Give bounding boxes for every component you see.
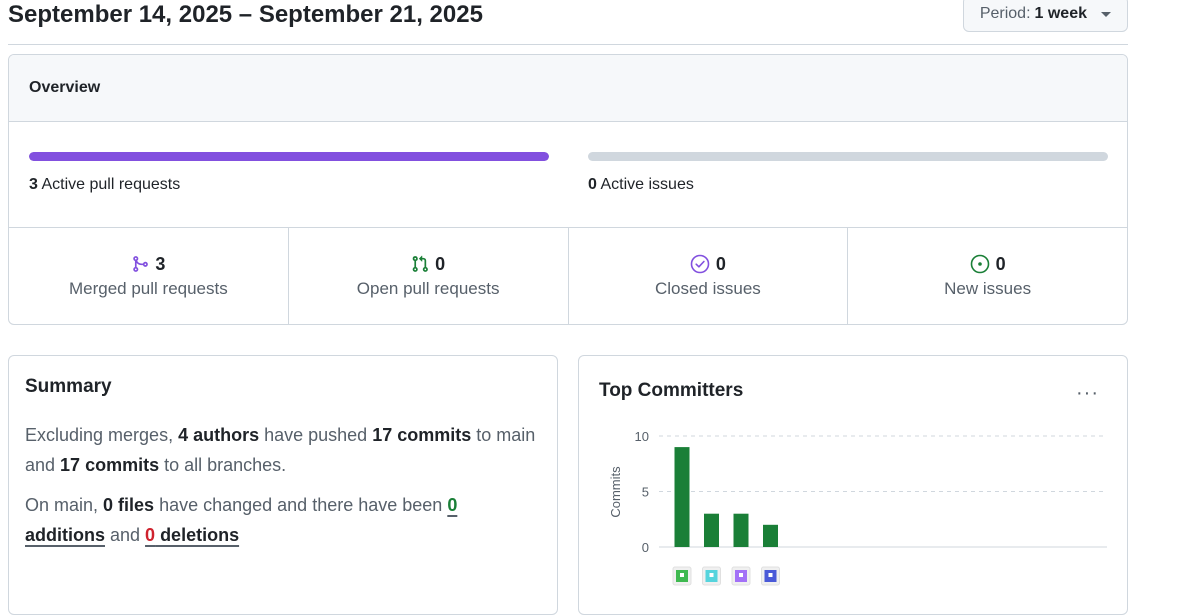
bar [674, 447, 690, 547]
period-select-button[interactable]: Period: 1 week [962, 0, 1128, 32]
stat-open-prs[interactable]: 0 Open pull requests [289, 228, 569, 324]
new-issues-label: New issues [944, 278, 1032, 298]
summary-card: Summary Excluding merges, 4 authors have… [8, 355, 558, 615]
issues-progress-bar [588, 152, 1108, 161]
overview-panel: Overview 3 Active pull requests 0 Active… [8, 54, 1128, 325]
activity-bars: 3 Active pull requests 0 Active issues [9, 122, 1127, 228]
new-issues-count: 0 [995, 253, 1006, 274]
period-value: 1 week [1034, 5, 1087, 22]
avatar-identicon-center [768, 573, 773, 577]
avatar-identicon-center [709, 573, 714, 577]
summary-title: Summary [25, 376, 112, 397]
summary-changes-text: On main, 0 files have changed and there … [25, 495, 458, 545]
date-range-title: September 14, 2025 – September 21, 2025 [8, 1, 483, 28]
active-prs-label: Active pull requests [41, 176, 181, 193]
merged-prs-label: Merged pull requests [68, 278, 228, 298]
avatar-identicon-center [739, 573, 743, 577]
overview-title: Overview [9, 55, 1127, 122]
bar [763, 524, 778, 547]
open-prs-label: Open pull requests [356, 278, 500, 298]
closed-issues-label: Closed issues [654, 278, 761, 298]
files-count: 0 files [103, 495, 155, 515]
pr-progress-fill [29, 152, 549, 161]
page-header: September 14, 2025 – September 21, 2025 … [8, 0, 1128, 45]
stat-closed-issues[interactable]: 0 Closed issues [569, 228, 849, 324]
y-tick-label: 10 [635, 429, 649, 444]
commits-main-count: 17 commits [372, 425, 472, 445]
y-tick-label: 5 [642, 485, 649, 500]
active-prs-summary[interactable]: 3 Active pull requests [29, 176, 180, 194]
stat-new-issues[interactable]: 0 New issues [848, 228, 1127, 324]
active-prs-count: 3 [29, 176, 38, 193]
authors-count: 4 authors [178, 425, 260, 445]
deletions-link[interactable]: 0 deletions [145, 525, 239, 545]
summary-commits-text: Excluding merges, 4 authors have pushed … [25, 425, 536, 475]
issue-opened-icon [970, 254, 990, 274]
commits-all-count: 17 commits [60, 455, 160, 475]
stats-row: 3 Merged pull requests 0 Open pull reque… [9, 228, 1127, 324]
merged-prs-count: 3 [155, 253, 166, 274]
chevron-down-icon [1101, 11, 1111, 17]
bar [733, 513, 749, 547]
open-prs-count: 0 [435, 253, 446, 274]
y-axis-label: Commits [608, 466, 623, 518]
committers-bar-chart: 0 5 10 Commits [608, 429, 1107, 586]
issue-closed-icon [690, 254, 710, 274]
pr-progress-bar [29, 152, 549, 161]
stat-merged-prs[interactable]: 3 Merged pull requests [9, 228, 289, 324]
active-issues-count: 0 [588, 176, 597, 193]
active-issues-label: Active issues [600, 176, 694, 193]
closed-issues-count: 0 [715, 253, 726, 274]
top-committers-card: Top Committers ··· 0 5 10 Commits [578, 355, 1128, 615]
git-pull-request-icon [411, 255, 429, 273]
bar [704, 513, 719, 547]
y-tick-label: 0 [642, 540, 649, 555]
avatar-identicon-center [680, 573, 684, 577]
period-label: Period: [979, 5, 1031, 22]
git-merge-icon [131, 255, 149, 273]
active-issues-summary[interactable]: 0 Active issues [588, 176, 694, 194]
